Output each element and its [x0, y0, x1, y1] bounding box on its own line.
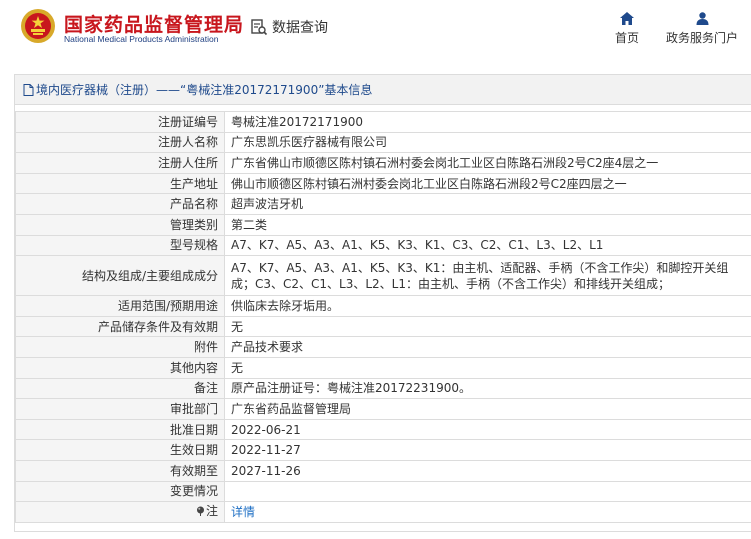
row-value: 2022-11-27 [224, 439, 751, 461]
row-value: A7、K7、A5、A3、A1、K5、K3、K1：由主机、适配器、手柄（不含工作尖… [224, 255, 751, 297]
table-row: 生产地址 佛山市顺德区陈村镇石洲村委会岗北工业区白陈路石洲段2号C2座四层之一 [15, 172, 751, 195]
panel-title: 境内医疗器械（注册）——“粤械注准20172171900”基本信息 [36, 83, 373, 97]
data-query-label: 数据查询 [272, 20, 328, 36]
site-subtitle: National Medical Products Administration [64, 34, 219, 44]
detail-panel: 境内医疗器械（注册）——“粤械注准20172171900”基本信息 注册证编号粤… [14, 74, 751, 532]
row-value: 超声波洁牙机 [224, 193, 751, 215]
row-value: 2027-11-26 [224, 459, 751, 482]
row-value: 供临床去除牙垢用。 [224, 295, 751, 317]
table-row: 管理类别 第二类 [15, 213, 751, 236]
national-emblem-icon [21, 9, 55, 43]
table-row: 审批部门 广东省药品监督管理局 [15, 398, 751, 420]
row-label: 生产地址 [15, 172, 225, 195]
table-row: 变更情况 [15, 480, 751, 503]
table-row: 适用范围/预期用途 供临床去除牙垢用。 [15, 295, 751, 317]
row-value: 原产品注册证号：粤械注准20172231900。 [224, 377, 751, 400]
row-value: 广东思凯乐医疗器械有限公司 [224, 131, 751, 154]
row-label: 适用范围/预期用途 [15, 295, 225, 317]
row-label: 备注 [15, 377, 225, 400]
row-value: 无 [224, 356, 751, 379]
row-label-note: 注 [15, 501, 225, 523]
table-row: 注 详情 [15, 501, 751, 523]
nav-home[interactable]: 首页 [612, 12, 642, 46]
document-icon [23, 83, 34, 96]
row-label: 注册人名称 [15, 131, 225, 154]
row-label: 产品名称 [15, 193, 225, 215]
row-value: 广东省药品监督管理局 [224, 398, 751, 420]
data-query-icon [251, 19, 268, 36]
nav-gov-service-portal[interactable]: 政务服务门户 [664, 12, 740, 46]
table-row: 生效日期 2022-11-27 [15, 439, 751, 461]
home-icon [620, 12, 634, 25]
table-row: 其他内容无 [15, 356, 751, 379]
table-row: 产品储存条件及有效期无 [15, 315, 751, 338]
table-row: 注册人住所 广东省佛山市顺德区陈村镇石洲村委会岗北工业区白陈路石洲段2号C2座4层… [15, 152, 751, 174]
row-label: 有效期至 [15, 459, 225, 482]
nav-portal-label: 政务服务门户 [665, 31, 738, 45]
table-row: 结构及组成/主要组成成分 A7、K7、A5、A3、A1、K5、K3、K1：由主机、… [15, 255, 751, 297]
row-label: 注册人住所 [15, 152, 225, 174]
pin-icon [196, 506, 204, 517]
row-label: 生效日期 [15, 439, 225, 461]
table-row: 批准日期 2022-06-21 [15, 418, 751, 441]
site-header: 国家药品监督管理局 National Medical Products Admi… [0, 0, 751, 62]
table-row: 注册人名称 广东思凯乐医疗器械有限公司 [15, 131, 751, 154]
panel-header: 境内医疗器械（注册）——“粤械注准20172171900”基本信息 [15, 75, 751, 105]
table-row: 有效期至 2027-11-26 [15, 459, 751, 482]
table-row: 附件 产品技术要求 [15, 336, 751, 358]
user-icon [696, 12, 708, 25]
nav-home-label: 首页 [614, 31, 639, 45]
row-value [224, 480, 751, 503]
row-label: 变更情况 [15, 480, 225, 503]
row-value: 产品技术要求 [224, 336, 751, 358]
row-label: 型号规格 [15, 234, 225, 257]
row-value: 2022-06-21 [224, 418, 751, 441]
detail-table: 注册证编号 粤械注准20172171900 注册人名称 广东思凯乐医疗器械有限公司 … [15, 111, 751, 523]
site-title[interactable]: 国家药品监督管理局 [64, 10, 244, 37]
row-value: 佛山市顺德区陈村镇石洲村委会岗北工业区白陈路石洲段2号C2座四层之一 [224, 172, 751, 195]
row-label: 附件 [15, 336, 225, 358]
row-value: 详情 [224, 501, 751, 523]
row-label: 管理类别 [15, 213, 225, 236]
row-value: 无 [224, 315, 751, 338]
table-row: 备注 原产品注册证号：粤械注准20172231900。 [15, 377, 751, 400]
row-label: 其他内容 [15, 356, 225, 379]
row-label: 结构及组成/主要组成成分 [15, 255, 225, 297]
row-value: 粤械注准20172171900 [224, 111, 751, 133]
details-link[interactable]: 详情 [231, 505, 255, 519]
table-row: 注册证编号 粤械注准20172171900 [15, 111, 751, 133]
row-value: 广东省佛山市顺德区陈村镇石洲村委会岗北工业区白陈路石洲段2号C2座4层之一 [224, 152, 751, 174]
row-label: 注册证编号 [15, 111, 225, 133]
note-label: 注 [205, 504, 218, 519]
row-label: 审批部门 [15, 398, 225, 420]
table-row: 型号规格 A7、K7、A5、A3、A1、K5、K3、K1、C3、C2、C1、L3、… [15, 234, 751, 257]
row-label: 批准日期 [15, 418, 225, 441]
row-value: 第二类 [224, 213, 751, 236]
table-row: 产品名称 超声波洁牙机 [15, 193, 751, 215]
row-value: A7、K7、A5、A3、A1、K5、K3、K1、C3、C2、C1、L3、L2、L… [224, 234, 751, 257]
data-query-link[interactable]: 数据查询 [250, 16, 328, 38]
row-label: 产品储存条件及有效期 [15, 315, 225, 338]
